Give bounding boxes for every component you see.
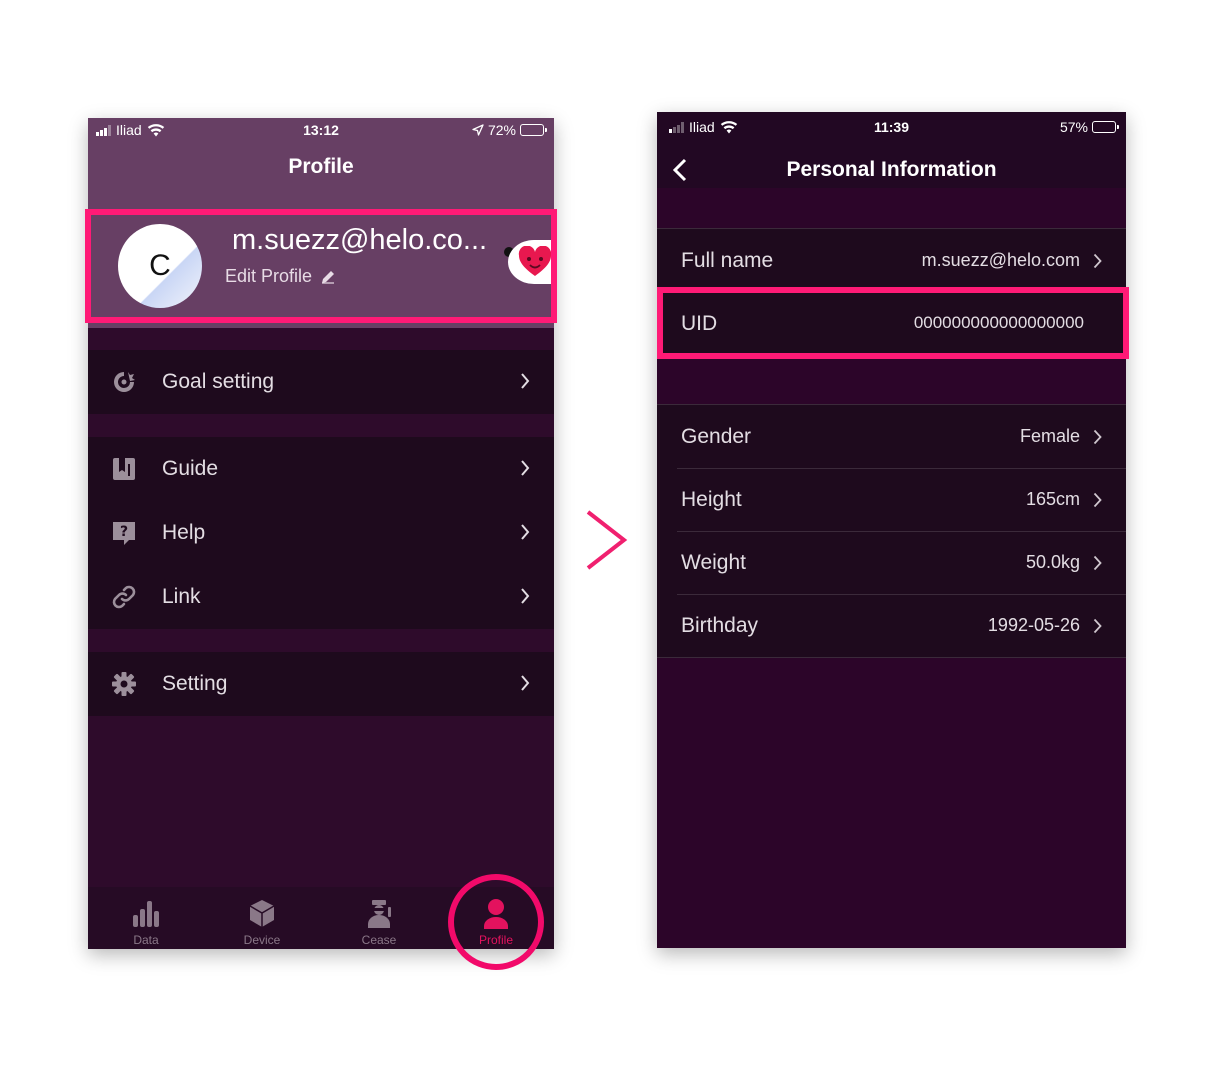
row-value: 50.0kg: [1025, 552, 1080, 572]
doctor-icon: [368, 900, 391, 928]
row-label: Weight: [681, 551, 746, 574]
row-value: m.suezz@helo.com: [921, 250, 1080, 270]
menu-label: Guide: [162, 457, 219, 480]
page-title: Profile: [288, 155, 354, 178]
goal-icon: [114, 372, 135, 392]
row-value: 1992-05-26: [987, 615, 1080, 635]
battery-icon: [1092, 121, 1119, 133]
menu-group-support: Guide ? Help Link: [88, 437, 554, 629]
location-arrow-icon: [472, 124, 484, 136]
personal-information-screen: Iliad 11:39 57% Personal Information Ful…: [657, 112, 1126, 948]
chevron-right-icon: [1093, 492, 1102, 508]
tab-device[interactable]: Device: [204, 887, 320, 949]
chevron-right-icon: [1093, 555, 1102, 571]
status-bar: Iliad 11:39 57%: [657, 115, 1126, 139]
row-label: Birthday: [681, 614, 759, 637]
menu-label: Help: [162, 521, 206, 544]
menu-item-link[interactable]: Link: [88, 565, 554, 629]
page-title: Personal Information: [786, 158, 997, 181]
uid-row-highlight: [657, 287, 1129, 359]
status-bar: Iliad 13:12 72%: [88, 118, 554, 142]
tab-label: Device: [243, 933, 281, 947]
chevron-right-icon: [521, 524, 530, 540]
chevron-right-icon: [1093, 429, 1102, 445]
svg-text:?: ?: [120, 524, 128, 540]
status-time: 11:39: [873, 119, 910, 135]
menu-item-goal-setting[interactable]: Goal setting: [88, 350, 554, 414]
menu-group-settings: Setting: [88, 652, 554, 716]
menu-group-goals: Goal setting: [88, 350, 554, 414]
link-icon: [112, 585, 136, 609]
tab-data[interactable]: Data: [88, 887, 204, 949]
menu-label: Link: [162, 585, 201, 608]
gear-icon: [112, 672, 136, 696]
tab-label: Cease: [361, 933, 397, 947]
row-label: Full name: [681, 249, 774, 272]
body-info-group: Gender Female Height 165cm Weight 50.0kg…: [657, 404, 1126, 658]
chevron-right-icon: [1093, 253, 1102, 269]
chevron-right-icon: [1093, 618, 1102, 634]
profile-card-highlight: [85, 209, 557, 323]
row-weight[interactable]: Weight 50.0kg: [657, 531, 1126, 594]
chevron-right-icon: [521, 460, 530, 476]
menu-label: Setting: [162, 672, 228, 695]
chevron-right-icon: [521, 675, 530, 691]
menu-item-setting[interactable]: Setting: [88, 652, 554, 716]
row-birthday[interactable]: Birthday 1992-05-26: [657, 594, 1126, 657]
tab-label: Data: [133, 933, 159, 947]
cube-icon: [249, 900, 275, 927]
battery-percent: 72%: [487, 122, 516, 138]
help-icon: ?: [113, 522, 135, 545]
guide-book-icon: [113, 458, 135, 480]
profile-tab-highlight: [448, 874, 544, 970]
row-value: Female: [1019, 426, 1080, 446]
tab-cease[interactable]: Cease: [321, 887, 437, 949]
chevron-right-icon: [521, 588, 530, 604]
row-height[interactable]: Height 165cm: [657, 468, 1126, 531]
row-value: 165cm: [1025, 489, 1080, 509]
menu-label: Goal setting: [162, 370, 275, 393]
battery-percent: 57%: [1059, 119, 1088, 135]
battery-icon: [520, 124, 547, 136]
row-label: Gender: [681, 425, 752, 448]
row-gender[interactable]: Gender Female: [657, 405, 1126, 468]
menu-item-help[interactable]: ? Help: [88, 501, 554, 565]
bar-chart-icon: [133, 901, 159, 927]
chevron-right-icon: [521, 373, 530, 389]
menu-item-guide[interactable]: Guide: [88, 437, 554, 501]
chevron-right-icon: [586, 510, 628, 570]
row-full-name[interactable]: Full name m.suezz@helo.com: [657, 229, 1126, 292]
row-label: Height: [681, 488, 742, 511]
